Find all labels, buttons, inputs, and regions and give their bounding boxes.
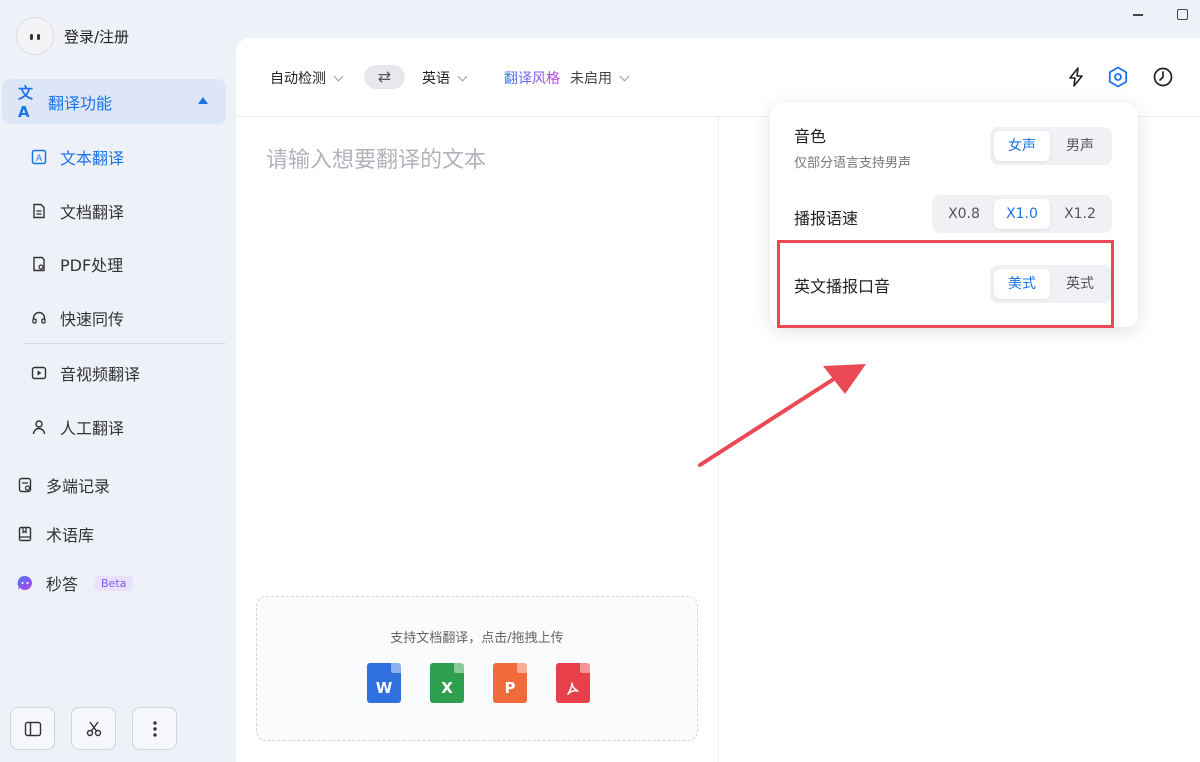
annotation-arrow-icon bbox=[698, 364, 866, 467]
